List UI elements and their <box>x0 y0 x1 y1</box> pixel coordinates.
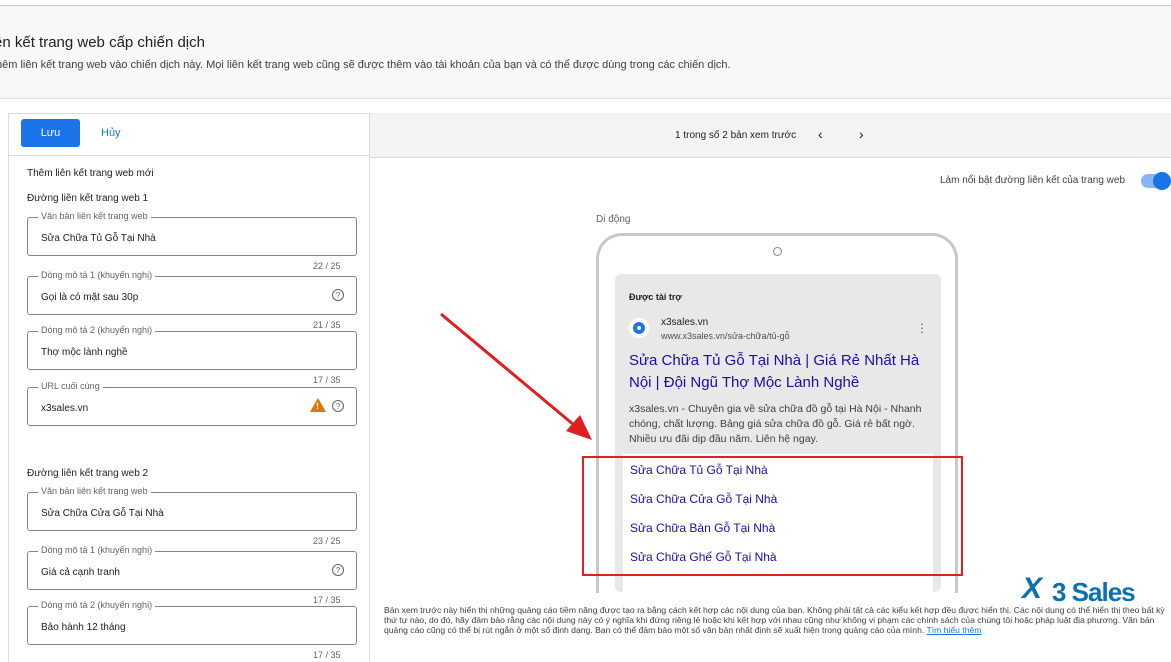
sponsored-label: Được tài trợ <box>629 292 682 302</box>
sitelink-1-url-field[interactable]: URL cuối cùng x3sales.vn ! ? <box>27 381 357 426</box>
field-value: Bảo hành 12 tháng <box>41 622 126 633</box>
char-counter: 17 / 35 <box>313 650 341 660</box>
highlight-toggle-label: Làm nổi bật đường liên kết của trang web <box>940 175 1126 186</box>
field-label: Dòng mô tả 1 (khuyến nghị) <box>38 545 156 555</box>
new-sitelink-title: Thêm liên kết trang web mới <box>27 168 154 179</box>
cancel-button[interactable]: Hủy <box>101 127 121 139</box>
page-header: ên kết trang web cấp chiến dịch hêm liên… <box>0 6 1171 99</box>
learn-more-link[interactable]: Tìm hiểu thêm <box>926 625 981 635</box>
sitelink-2-desc1-field[interactable]: Dòng mô tả 1 (khuyến nghị) Giá cả cạnh t… <box>27 545 357 590</box>
sitelink-1-text-field[interactable]: Văn bản liên kết trang web Sửa Chữa Tủ G… <box>27 211 357 256</box>
field-label: URL cuối cùng <box>38 381 103 391</box>
page: ên kết trang web cấp chiến dịch hêm liên… <box>0 0 1171 662</box>
spacer <box>0 99 1171 113</box>
logo-mark: X <box>1022 572 1043 605</box>
sitelink-1-title: Đường liên kết trang web 1 <box>27 193 149 204</box>
ad-headline[interactable]: Sửa Chữa Tủ Gỗ Tại Nhà | Giá Rẻ Nhất Hà … <box>629 350 929 394</box>
toggle-knob <box>1153 172 1171 190</box>
sitelink-1-desc2-field[interactable]: Dòng mô tả 2 (khuyến nghị) Thợ mộc lành … <box>27 325 357 370</box>
sitelink-1-desc1-field[interactable]: Dòng mô tả 1 (khuyến nghị) Gọi là có mặt… <box>27 270 357 315</box>
field-value: Thợ mộc lành nghề <box>41 347 128 358</box>
field-label: Dòng mô tả 2 (khuyến nghị) <box>38 600 156 610</box>
camera-icon <box>773 247 782 256</box>
chevron-right-icon[interactable]: › <box>859 126 864 142</box>
field-value: x3sales.vn <box>41 403 89 414</box>
x3sales-logo: X 3 Sales <box>1022 572 1158 607</box>
preview-disclaimer: Bản xem trước này hiển thị những quảng c… <box>384 605 1165 635</box>
char-counter: 17 / 35 <box>313 375 341 385</box>
char-counter: 21 / 35 <box>313 320 341 330</box>
ad-site-name: x3sales.vn <box>661 317 709 328</box>
chevron-left-icon[interactable]: ‹ <box>818 126 823 142</box>
preview-pager: 1 trong số 2 bản xem trước ‹ › <box>370 113 1171 158</box>
ad-description: x3sales.vn - Chuyên gia về sửa chữa đồ g… <box>629 403 922 445</box>
preview-count: 1 trong số 2 bản xem trước <box>675 130 797 141</box>
help-icon[interactable]: ? <box>332 289 344 301</box>
ad-display-url: www.x3sales.vn/sửa-chữa/tủ-gỗ <box>661 331 790 341</box>
field-value: Sửa Chữa Cửa Gỗ Tại Nhà <box>41 508 164 519</box>
field-value: Giá cả cạnh tranh <box>41 567 120 578</box>
sitelink-form-panel: Lưu Hủy Thêm liên kết trang web mới Đườn… <box>8 113 370 662</box>
warning-icon: ! <box>310 398 326 412</box>
sitelink-2-desc2-field[interactable]: Dòng mô tả 2 (khuyến nghị) Bảo hành 12 t… <box>27 600 357 645</box>
char-counter: 23 / 25 <box>313 536 341 546</box>
annotation-highlight-box <box>582 456 963 576</box>
page-description: hêm liên kết trang web vào chiến dịch nà… <box>0 59 731 71</box>
char-counter: 17 / 35 <box>313 595 341 605</box>
field-value: Sửa Chữa Tủ Gỗ Tại Nhà <box>41 233 156 244</box>
field-label: Văn bản liên kết trang web <box>38 211 151 221</box>
form-toolbar: Lưu Hủy <box>9 114 369 156</box>
sitelink-2-title: Đường liên kết trang web 2 <box>27 468 149 479</box>
page-title: ên kết trang web cấp chiến dịch <box>0 34 205 51</box>
more-vert-icon[interactable]: ⋮ <box>916 321 928 335</box>
field-value: Gọi là có mặt sau 30p <box>41 292 139 303</box>
logo-text: 3 Sales <box>1052 577 1136 607</box>
help-icon[interactable]: ? <box>332 400 344 412</box>
help-icon[interactable]: ? <box>332 564 344 576</box>
field-label: Dòng mô tả 2 (khuyến nghị) <box>38 325 156 335</box>
char-counter: 22 / 25 <box>313 261 341 271</box>
globe-icon <box>629 318 649 338</box>
field-label: Văn bản liên kết trang web <box>38 486 151 496</box>
sitelink-2-text-field[interactable]: Văn bản liên kết trang web Sửa Chữa Cửa … <box>27 486 357 531</box>
highlight-toggle[interactable] <box>1141 172 1171 190</box>
device-label: Di động <box>596 214 631 225</box>
save-button[interactable]: Lưu <box>21 119 80 147</box>
ad-preview-panel: 1 trong số 2 bản xem trước ‹ › Làm nổi b… <box>370 113 1171 662</box>
field-label: Dòng mô tả 1 (khuyến nghị) <box>38 270 156 280</box>
disclaimer-text: Bản xem trước này hiển thị những quảng c… <box>384 605 1165 635</box>
